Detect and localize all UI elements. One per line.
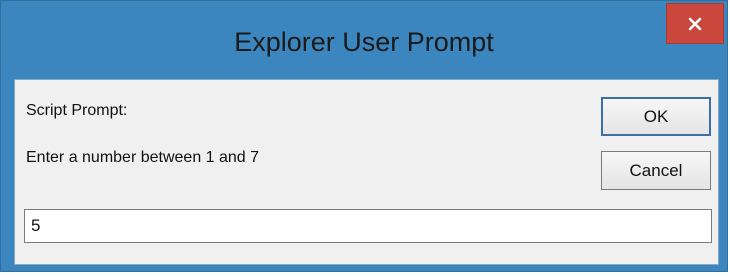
cancel-button[interactable]: Cancel	[601, 151, 711, 190]
prompt-input[interactable]	[24, 209, 712, 243]
prompt-heading: Script Prompt:	[26, 102, 128, 119]
title-bar[interactable]: Explorer User Prompt	[1, 1, 727, 79]
prompt-dialog-window: Explorer User Prompt Script Prompt: Ente…	[0, 0, 728, 272]
ok-button[interactable]: OK	[601, 97, 711, 136]
close-icon	[688, 17, 702, 30]
dialog-content: Script Prompt: Enter a number between 1 …	[14, 79, 719, 265]
dialog-title: Explorer User Prompt	[234, 27, 494, 57]
prompt-message: Enter a number between 1 and 7	[26, 149, 260, 166]
close-button[interactable]	[666, 3, 724, 44]
